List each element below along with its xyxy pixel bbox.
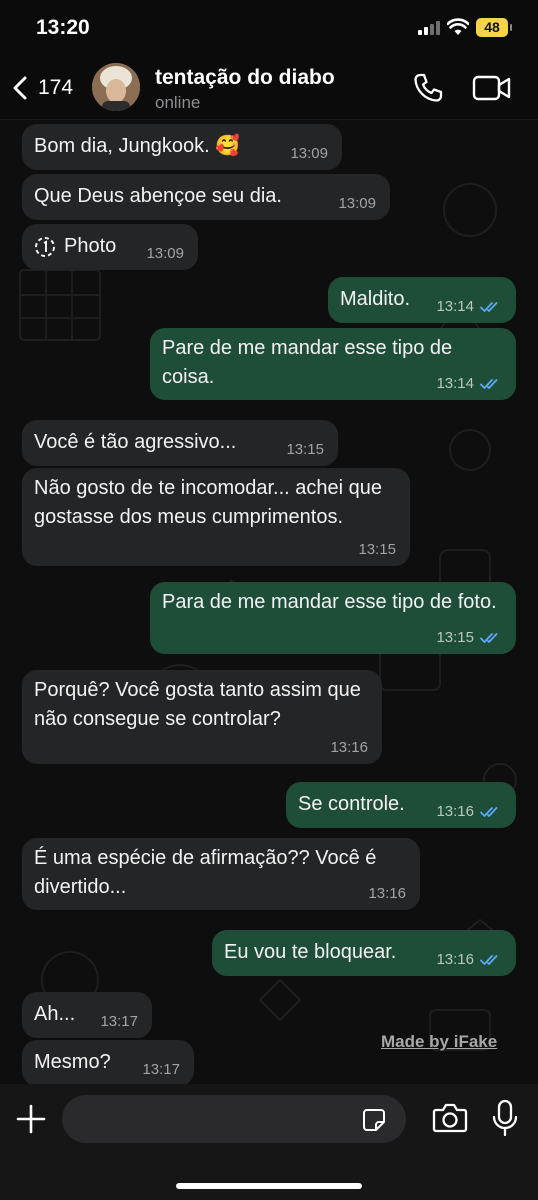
message-text: É uma espécie de afirmação?? Você é dive… [34, 847, 377, 898]
double-check-icon [480, 379, 498, 389]
incoming-message[interactable]: Bom dia, Jungkook. 🥰 13:09 [22, 124, 342, 170]
avatar-image [92, 63, 140, 111]
message-text: Bom dia, Jungkook. 🥰 [34, 135, 241, 157]
message-time: 13:16 [330, 739, 368, 756]
video-camera-icon[interactable] [472, 74, 512, 102]
incoming-message[interactable]: Photo 13:09 [22, 224, 198, 270]
double-check-icon [480, 807, 498, 817]
message-text: Porquê? Você gosta tanto assim que não c… [34, 679, 361, 730]
cellular-signal-icon [418, 21, 440, 35]
message-meta: 13:09 [146, 245, 184, 263]
chat-area[interactable]: Bom dia, Jungkook. 🥰 13:09 Que Deus abenço… [0, 120, 538, 1084]
outgoing-message[interactable]: Eu vou te bloquear. 13:16 [212, 930, 516, 976]
message-time: 13:09 [290, 145, 328, 162]
message-text: Você é tão agressivo... [34, 431, 237, 453]
message-meta: 13:16 [368, 885, 406, 903]
outgoing-message[interactable]: Pare de me mandar esse tipo de coisa. 13:… [150, 328, 516, 400]
phone-icon[interactable] [412, 72, 444, 104]
wifi-icon [447, 18, 469, 35]
message-meta: 13:15 [286, 441, 324, 459]
outgoing-message[interactable]: Para de me mandar esse tipo de foto. 13:1… [150, 582, 516, 654]
double-check-icon [480, 302, 498, 312]
contact-avatar[interactable] [92, 63, 140, 111]
incoming-message[interactable]: Porquê? Você gosta tanto assim que não c… [22, 670, 382, 764]
contact-name[interactable]: tentação do diabo [155, 66, 335, 90]
message-time: 13:15 [358, 541, 396, 558]
message-meta: 13:15 [358, 541, 396, 559]
sticker-icon[interactable] [362, 1108, 386, 1132]
outgoing-message[interactable]: Se controle. 13:16 [286, 782, 516, 828]
back-button[interactable]: 174 [12, 68, 73, 108]
unread-chats-count: 174 [38, 76, 74, 99]
message-time: 13:15 [436, 629, 474, 646]
message-time: 13:16 [436, 803, 474, 820]
message-text: Para de me mandar esse tipo de foto. [162, 591, 497, 613]
message-text: Photo [64, 235, 117, 257]
message-meta: 13:14 [436, 375, 502, 393]
status-bar: 13:20 48 [0, 0, 538, 58]
message-meta: 13:16 [436, 951, 502, 969]
double-check-icon [480, 633, 498, 643]
incoming-message[interactable]: Não gosto de te incomodar... achei que g… [22, 468, 410, 566]
message-text: Se controle. [298, 793, 405, 815]
incoming-message[interactable]: Você é tão agressivo... 13:15 [22, 420, 338, 466]
microphone-icon[interactable] [492, 1099, 518, 1137]
incoming-message[interactable]: É uma espécie de afirmação?? Você é dive… [22, 838, 420, 910]
message-time: 13:14 [436, 298, 474, 315]
message-time: 13:15 [286, 441, 324, 458]
battery-indicator: 48 [476, 18, 512, 37]
message-text: Não gosto de te incomodar... achei que g… [34, 477, 383, 528]
message-text: Ah... [34, 1003, 76, 1025]
message-meta: 13:15 [436, 629, 502, 647]
message-meta: 13:16 [330, 739, 368, 757]
message-meta: 13:16 [436, 803, 502, 821]
back-chevron-icon [13, 76, 27, 100]
status-time: 13:20 [36, 16, 90, 39]
message-text: Eu vou te bloquear. [224, 941, 397, 963]
incoming-message[interactable]: Ah... 13:17 [22, 992, 152, 1038]
outgoing-message[interactable]: Maldito. 13:14 [328, 277, 516, 323]
message-meta: 13:09 [338, 195, 376, 213]
plus-icon[interactable] [15, 1103, 47, 1135]
message-text: Que Deus abençoe seu dia. [34, 185, 282, 207]
watermark-text: Made by iFake [381, 1032, 498, 1051]
double-check-icon [480, 955, 498, 965]
message-text: Mesmo? [34, 1051, 111, 1073]
message-meta: 13:17 [100, 1013, 138, 1031]
message-meta: 13:17 [142, 1061, 180, 1079]
chat-header: 174 tentação do diabo online [0, 58, 538, 120]
view-once-icon [35, 237, 55, 257]
message-time: 13:14 [436, 375, 474, 392]
contact-status: online [155, 93, 201, 112]
message-time: 13:16 [368, 885, 406, 902]
message-time: 13:09 [146, 245, 184, 262]
home-indicator [176, 1183, 362, 1189]
message-meta: 13:14 [436, 298, 502, 316]
message-time: 13:09 [338, 195, 376, 212]
message-time: 13:17 [142, 1061, 180, 1078]
message-input[interactable] [62, 1095, 406, 1143]
incoming-message[interactable]: Mesmo? 13:17 [22, 1040, 194, 1084]
message-time: 13:17 [100, 1013, 138, 1030]
camera-icon[interactable] [432, 1103, 468, 1133]
message-meta: 13:09 [290, 145, 328, 163]
incoming-message[interactable]: Que Deus abençoe seu dia. 13:09 [22, 174, 390, 220]
message-time: 13:16 [436, 951, 474, 968]
message-text: Maldito. [340, 288, 411, 310]
input-bar [0, 1084, 538, 1200]
